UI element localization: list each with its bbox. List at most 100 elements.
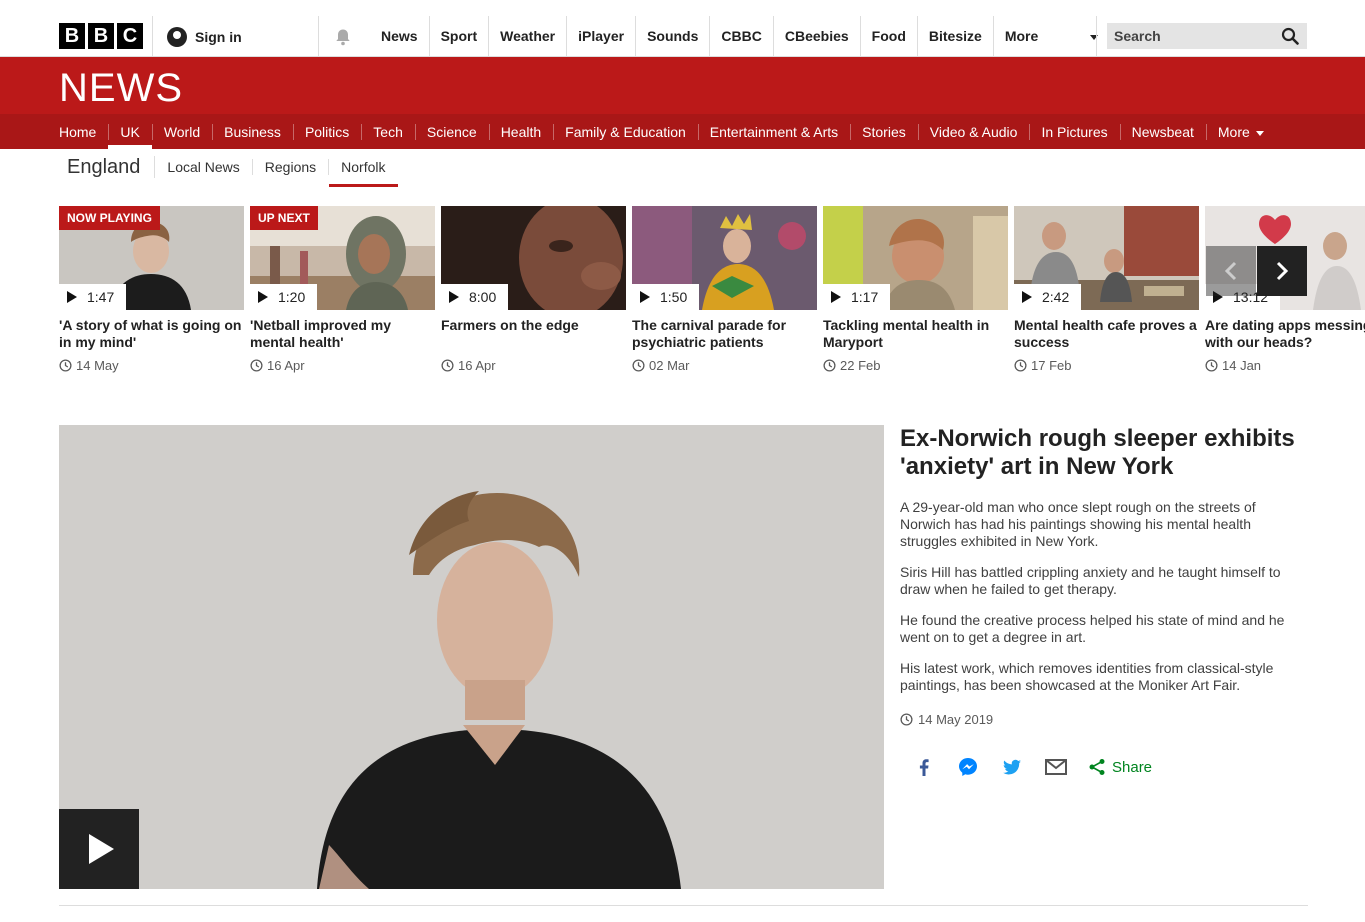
video-title[interactable]: 'A story of what is going on in my mind' (59, 317, 244, 351)
video-card[interactable]: 1:50 The carnival parade for psychiatric… (632, 206, 817, 386)
messenger-icon[interactable] (956, 755, 980, 779)
carousel-previous-button[interactable] (1206, 246, 1256, 296)
duration-text: 8:00 (469, 289, 497, 305)
duration-label: 1:20 (250, 284, 318, 310)
nav-family-education[interactable]: Family & Education (553, 114, 698, 149)
global-nav-food[interactable]: Food (859, 16, 917, 56)
video-still-image (59, 425, 884, 889)
video-title[interactable]: Tackling mental health in Maryport (823, 317, 1008, 351)
duration-text: 1:47 (87, 289, 115, 305)
story-paragraph: He found the creative process helped his… (900, 612, 1285, 645)
twitter-icon[interactable] (1000, 755, 1024, 779)
video-title[interactable]: The carnival parade for psychiatric pati… (632, 317, 817, 351)
video-date: 14 Jan (1205, 358, 1365, 373)
video-thumbnail[interactable]: NOW PLAYING 1:47 (59, 206, 244, 310)
global-nav-more[interactable]: More (992, 16, 1108, 56)
secondary-nav: England Local News Regions Norfolk (67, 149, 398, 187)
video-thumbnail[interactable]: 2:42 (1014, 206, 1199, 310)
bbc-global-bar: B B C Sign in News Sport Weather iPlayer… (0, 0, 1365, 57)
story-date-text: 14 May 2019 (918, 712, 994, 727)
nav-newsbeat[interactable]: Newsbeat (1119, 114, 1206, 149)
search-icon[interactable] (1281, 27, 1299, 45)
subnav-norfolk[interactable]: Norfolk (329, 159, 398, 187)
video-card[interactable]: 2:42 Mental health cafe proves a success… (1014, 206, 1199, 386)
clock-icon (823, 359, 836, 372)
video-card[interactable]: 8:00 Farmers on the edge 16 Apr (441, 206, 626, 386)
subnav-regions[interactable]: Regions (253, 159, 330, 175)
video-thumbnail[interactable]: 1:17 (823, 206, 1008, 310)
play-icon (258, 291, 268, 303)
video-date-text: 14 Jan (1222, 358, 1262, 373)
story-headline[interactable]: Ex-Norwich rough sleeper exhibits 'anxie… (900, 425, 1308, 481)
nav-more[interactable]: More (1205, 114, 1276, 149)
facebook-icon[interactable] (912, 755, 936, 779)
video-thumbnail[interactable]: 1:50 (632, 206, 817, 310)
global-nav-sounds[interactable]: Sounds (635, 16, 709, 56)
global-nav-news[interactable]: News (370, 16, 429, 56)
nav-stories[interactable]: Stories (850, 114, 918, 149)
play-icon (640, 291, 650, 303)
news-wordmark[interactable]: NEWS (59, 66, 183, 111)
duration-text: 1:20 (278, 289, 306, 305)
notifications-bell-icon[interactable] (334, 28, 352, 46)
play-icon (67, 291, 77, 303)
nav-entertainment-arts[interactable]: Entertainment & Arts (697, 114, 850, 149)
nav-uk[interactable]: UK (108, 114, 152, 149)
video-thumbnail[interactable]: 8:00 (441, 206, 626, 310)
nav-business[interactable]: Business (212, 114, 293, 149)
global-nav-cbbc[interactable]: CBBC (709, 16, 772, 56)
play-button[interactable] (59, 809, 139, 889)
email-icon[interactable] (1044, 755, 1068, 779)
video-thumbnail[interactable]: UP NEXT 1:20 (250, 206, 435, 310)
video-title[interactable]: Are dating apps messing with our heads? (1205, 317, 1365, 351)
main-video-player[interactable] (59, 425, 884, 889)
search-input[interactable] (1107, 23, 1272, 49)
global-nav-bitesize[interactable]: Bitesize (916, 16, 993, 56)
global-nav-cbeebies[interactable]: CBeebies (772, 16, 860, 56)
region-title[interactable]: England (67, 156, 156, 178)
duration-text: 2:42 (1042, 289, 1070, 305)
clock-icon (900, 713, 913, 726)
nav-home[interactable]: Home (47, 114, 108, 149)
subnav-local-news[interactable]: Local News (155, 159, 253, 175)
duration-label: 1:50 (632, 284, 700, 310)
global-nav-sport[interactable]: Sport (428, 16, 489, 56)
video-date: 22 Feb (823, 358, 1008, 373)
global-nav-iplayer[interactable]: iPlayer (566, 16, 635, 56)
chevron-right-icon (1276, 261, 1289, 281)
account-icon (167, 27, 187, 47)
video-card[interactable]: 13:12 Are dating apps messing with our h… (1205, 206, 1365, 386)
video-card[interactable]: NOW PLAYING 1:47 'A story of what is goi… (59, 206, 244, 386)
share-button[interactable]: Share (1088, 758, 1152, 776)
bbc-logo[interactable]: B B C (59, 23, 143, 49)
nav-science[interactable]: Science (414, 114, 489, 149)
nav-world[interactable]: World (151, 114, 212, 149)
nav-politics[interactable]: Politics (292, 114, 361, 149)
video-card[interactable]: UP NEXT 1:20 'Netball improved my mental… (250, 206, 435, 386)
nav-health[interactable]: Health (488, 114, 553, 149)
story-summary: Ex-Norwich rough sleeper exhibits 'anxie… (900, 425, 1308, 779)
sign-in-link[interactable]: Sign in (167, 27, 242, 47)
video-title[interactable]: Mental health cafe proves a success (1014, 317, 1199, 351)
duration-label: 1:17 (823, 284, 891, 310)
bbc-logo-letter: B (59, 23, 85, 49)
news-main-nav: Home UK World Business Politics Tech Sci… (0, 114, 1365, 149)
global-nav-weather[interactable]: Weather (488, 16, 566, 56)
video-card[interactable]: 1:17 Tackling mental health in Maryport … (823, 206, 1008, 386)
video-date: 16 Apr (250, 358, 435, 373)
video-title[interactable]: Farmers on the edge (441, 317, 626, 351)
nav-video-audio[interactable]: Video & Audio (917, 114, 1030, 149)
share-tools: Share (900, 755, 1308, 779)
nav-in-pictures[interactable]: In Pictures (1029, 114, 1119, 149)
video-date: 02 Mar (632, 358, 817, 373)
carousel-next-button[interactable] (1257, 246, 1307, 296)
nav-tech[interactable]: Tech (361, 114, 415, 149)
clock-icon (250, 359, 263, 372)
video-title[interactable]: 'Netball improved my mental health' (250, 317, 435, 351)
video-date-text: 16 Apr (267, 358, 305, 373)
bbc-logo-letter: B (88, 23, 114, 49)
play-icon (831, 291, 841, 303)
play-icon (89, 834, 114, 864)
story-paragraph: His latest work, which removes identitie… (900, 660, 1274, 693)
video-date-text: 14 May (76, 358, 119, 373)
